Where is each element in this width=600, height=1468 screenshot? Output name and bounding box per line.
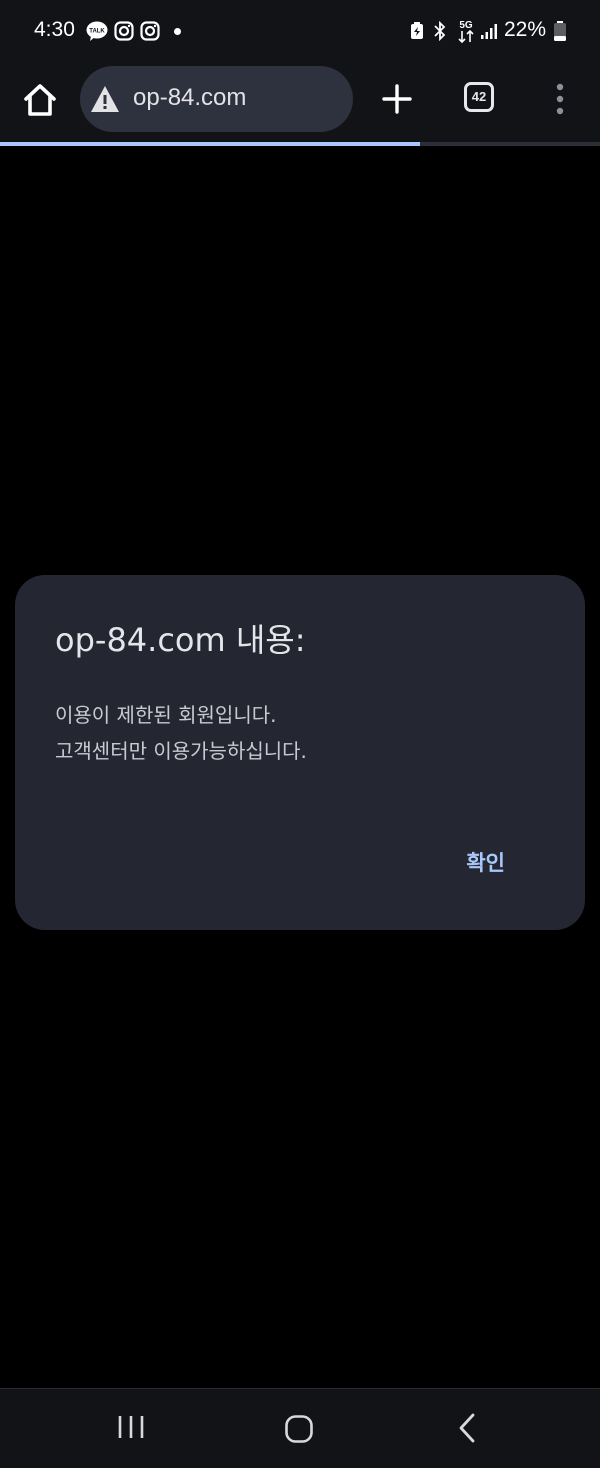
- svg-text:TALK: TALK: [89, 29, 105, 35]
- tab-switcher-button[interactable]: 42: [464, 82, 494, 112]
- status-time: 4:30: [34, 18, 75, 41]
- svg-text:5G: 5G: [459, 20, 473, 31]
- dialog-message-line: 이용이 제한된 회원입니다.: [55, 703, 277, 727]
- instagram-icon: [114, 21, 134, 41]
- instagram-icon: [140, 21, 160, 41]
- signal-icon: [481, 24, 497, 39]
- recents-icon[interactable]: [116, 1413, 146, 1441]
- back-icon[interactable]: [456, 1413, 478, 1443]
- battery-saver-icon: [411, 22, 423, 39]
- new-tab-button[interactable]: [380, 82, 414, 116]
- address-bar[interactable]: op-84.com: [80, 66, 353, 132]
- battery-percentage: 22%: [504, 18, 547, 41]
- status-bar: 4:30 TALK 5G 22%: [0, 0, 600, 62]
- kakaotalk-icon: TALK: [86, 21, 108, 41]
- tab-count: 42: [471, 89, 487, 104]
- page-load-progress: [0, 142, 600, 146]
- more-menu-button[interactable]: [548, 82, 572, 116]
- battery-icon: [554, 21, 566, 41]
- browser-toolbar: op-84.com 42: [0, 62, 600, 142]
- more-notifications-dot: [174, 28, 181, 35]
- url-text[interactable]: op-84.com: [133, 84, 246, 112]
- bluetooth-icon: [434, 21, 446, 41]
- 5g-icon: 5G: [458, 20, 474, 44]
- system-navigation-bar: [0, 1388, 600, 1468]
- ok-button[interactable]: 확인: [466, 847, 505, 877]
- warning-icon[interactable]: [90, 85, 120, 113]
- home-button[interactable]: [20, 80, 60, 120]
- home-icon[interactable]: [284, 1414, 314, 1444]
- dialog-title: op-84.com 내용:: [55, 621, 306, 659]
- alert-dialog: op-84.com 내용: 이용이 제한된 회원입니다. 고객센터만 이용가능하…: [15, 575, 585, 930]
- dialog-message-line: 고객센터만 이용가능하십니다.: [55, 739, 307, 763]
- page-load-progress-fill: [0, 142, 420, 146]
